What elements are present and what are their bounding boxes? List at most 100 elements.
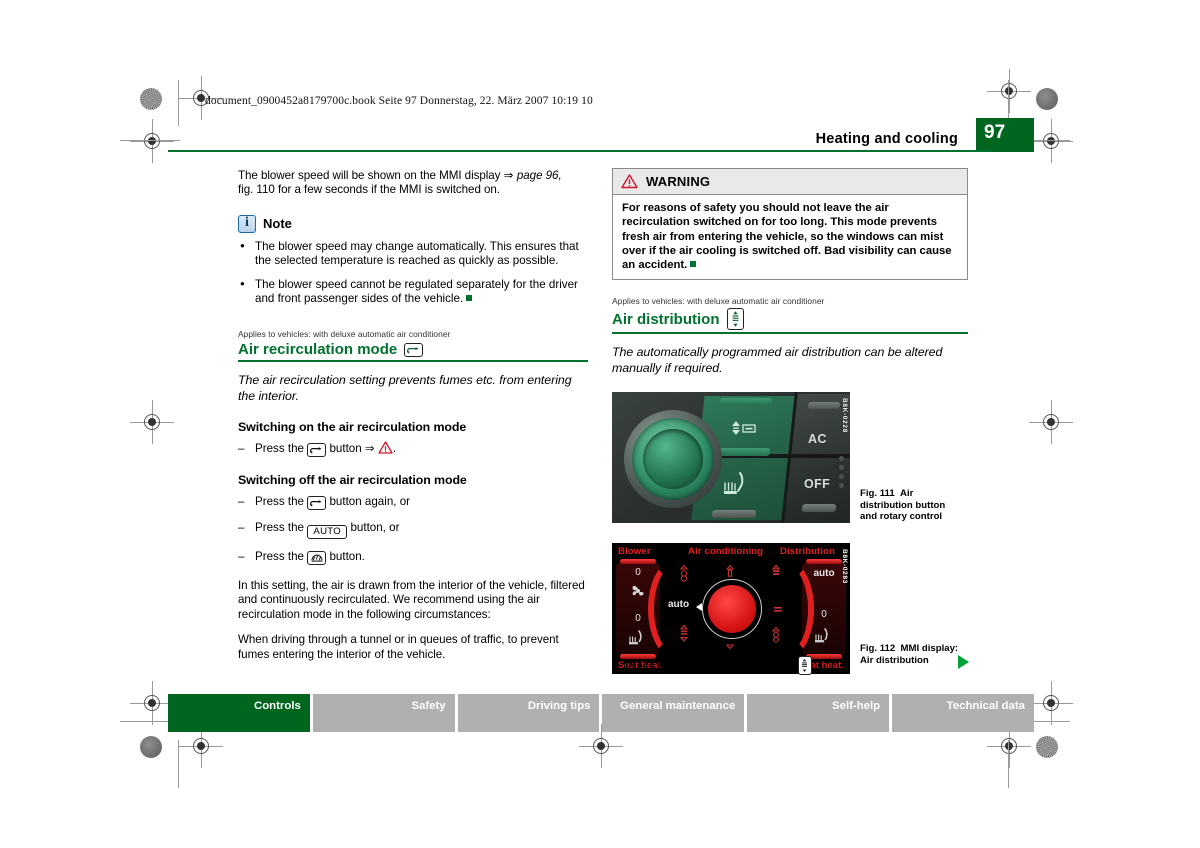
note-header: Note [238,214,588,233]
ac-button-label[interactable]: AC [808,432,827,446]
figure-111-number: Fig. 111 [860,488,895,500]
vent-icon-middle-right [774,607,782,612]
knob-center [643,429,703,490]
intro-text: The blower speed will be shown on the MM… [238,169,504,182]
figure-112-number: Fig. 112 [860,643,896,655]
section-lead-air-distribution: The automatically programmed air distrib… [612,345,943,375]
mmi-blower-top-bar [620,559,656,565]
step1-post: button again, or [329,495,411,509]
list-item: The blower speed cannot be regulated sep… [238,277,588,307]
final-step-dash: – [612,660,619,673]
page-canvas: document_0900452a8179700c.book Seite 97 … [0,0,1200,848]
nav-tab-driving-tips[interactable]: Driving tips [457,694,600,732]
warning-triangle-icon [621,174,638,189]
air-recirculation-icon [307,496,327,511]
mmi-label-air-conditioning: Air conditioning [688,546,764,558]
nav-tab-safety[interactable]: Safety [312,694,455,732]
crop-mark-top-right [987,69,1031,113]
crop-mark-right-lower [1029,681,1073,725]
off-button-highlight [801,504,837,513]
warning-title: WARNING [646,174,711,189]
air-distribution-button-icon [728,420,762,446]
trim-line-top-left-v [178,80,179,126]
seat-heat-icon-left [629,630,642,645]
step-dash: – [238,550,245,564]
step3-post: button. [329,550,365,564]
crop-mark-bottom-center [579,724,623,768]
chapter-nav-tabs: Controls Safety Driving tips General mai… [168,694,1034,732]
rotary-control-knob[interactable] [624,410,722,509]
warning-text: For reasons of safety you should not lea… [622,202,952,272]
note-bullet-list: The blower speed may change automaticall… [238,239,588,307]
crop-mark-right-middle [1029,400,1073,444]
document-slug: document_0900452a8179700c.book Seite 97 … [205,95,593,107]
cross-reference-arrow-icon: ⇒ [503,168,517,182]
section-heading-air-recirculation: Air recirculation mode [238,341,588,358]
vent-icon-upper-left [679,565,689,582]
recirculation-paragraph-1: In this setting, the air is drawn from t… [238,579,585,621]
crop-mark-left-upper [130,119,174,163]
section-rule-left [238,360,588,363]
air-distribution-icon [797,656,812,675]
intro-page-reference[interactable]: page 96, [517,169,562,182]
mmi-center-disc[interactable] [708,585,756,634]
mmi-right-arc [758,559,814,660]
mmi-label-blower: Blower [618,546,651,558]
panel-vent-dots [839,456,844,492]
section-rule-right [612,332,968,335]
step1-pre: Press the [255,495,304,509]
warning-triangle-icon [378,441,393,454]
vent-icon-upper-right [771,565,781,575]
registration-dot-top-left [140,88,162,110]
section-lead-air-recirculation: The air recirculation setting prevents f… [238,373,572,403]
step-switch-off-1: – Press the button again, or [238,494,588,511]
off-button-label[interactable]: OFF [804,477,830,491]
right-column: WARNING For reasons of safety you should… [612,168,968,688]
note-bullet-2: The blower speed cannot be regulated sep… [255,277,578,306]
header-rule [168,150,990,152]
page-number: 97 [984,122,1006,143]
figure-111-code: B8K-0228 [841,398,848,433]
climate-control-panel-illustration: AC OFF [612,392,850,524]
final-step-bold: Distribution [729,660,795,673]
list-item: The blower speed may change automaticall… [238,239,588,269]
note-bullet-1: The blower speed may change automaticall… [255,239,579,268]
section-title: Air distribution [612,310,720,328]
nav-tab-general-maintenance[interactable]: General maintenance [602,694,745,732]
section-title: Air recirculation mode [238,341,398,359]
figure-111-caption: Fig. 111 Air distribution button and rot… [860,488,964,523]
crop-mark-bottom-left [179,724,223,768]
vent-icon-lower-left [679,625,689,642]
figure-112-image: Blower Air conditioning Distribution 0 0 [612,543,850,675]
warning-box-header: WARNING [613,169,967,195]
registration-dot-bottom-right [1036,736,1058,758]
mmi-center-auto-label: auto [668,599,690,611]
registration-dot-top-right [1036,88,1058,110]
figure-111: AC OFF B8K-0228 Fig. 111 Air distributio… [612,392,968,524]
step-switch-on: – Press the button ⇒ . [238,441,397,458]
step-switch-off-2: – Press the AUTO button, or [238,520,588,540]
trim-line-bottom-right-v [1008,740,1009,788]
left-column: The blower speed will be shown on the MM… [238,168,588,672]
trim-line-left-top [120,140,180,141]
step2-post: button, or [350,521,400,535]
step-switch-off-3: – Press the button. [238,549,588,565]
step2-pre: Press the [255,521,304,535]
applies-to-note-right: Applies to vehicles: with deluxe automat… [612,296,825,307]
auto-button-icon: AUTO [307,525,348,540]
recirculation-paragraph-2: When driving through a tunnel or in queu… [238,633,559,661]
applies-to-note-left: Applies to vehicles: with deluxe automat… [238,329,451,340]
figure-112-code: B8K-0283 [841,549,848,584]
mmi-label-distribution: Distribution [780,546,836,558]
step-text-post: button ⇒ [329,442,375,456]
final-step-pre: Press the button for [624,660,727,673]
registration-dot-bottom-left [140,736,162,758]
distribution-button-highlight [719,398,773,406]
fan-icon [632,585,644,596]
nav-tab-technical-data[interactable]: Technical data [892,694,1034,732]
nav-tab-controls[interactable]: Controls [168,694,310,732]
crop-mark-left-middle [130,400,174,444]
nav-tab-self-help[interactable]: Self-help [747,694,890,732]
seat-heat-button-highlight [713,448,771,457]
next-page-arrow-icon[interactable] [958,655,969,669]
